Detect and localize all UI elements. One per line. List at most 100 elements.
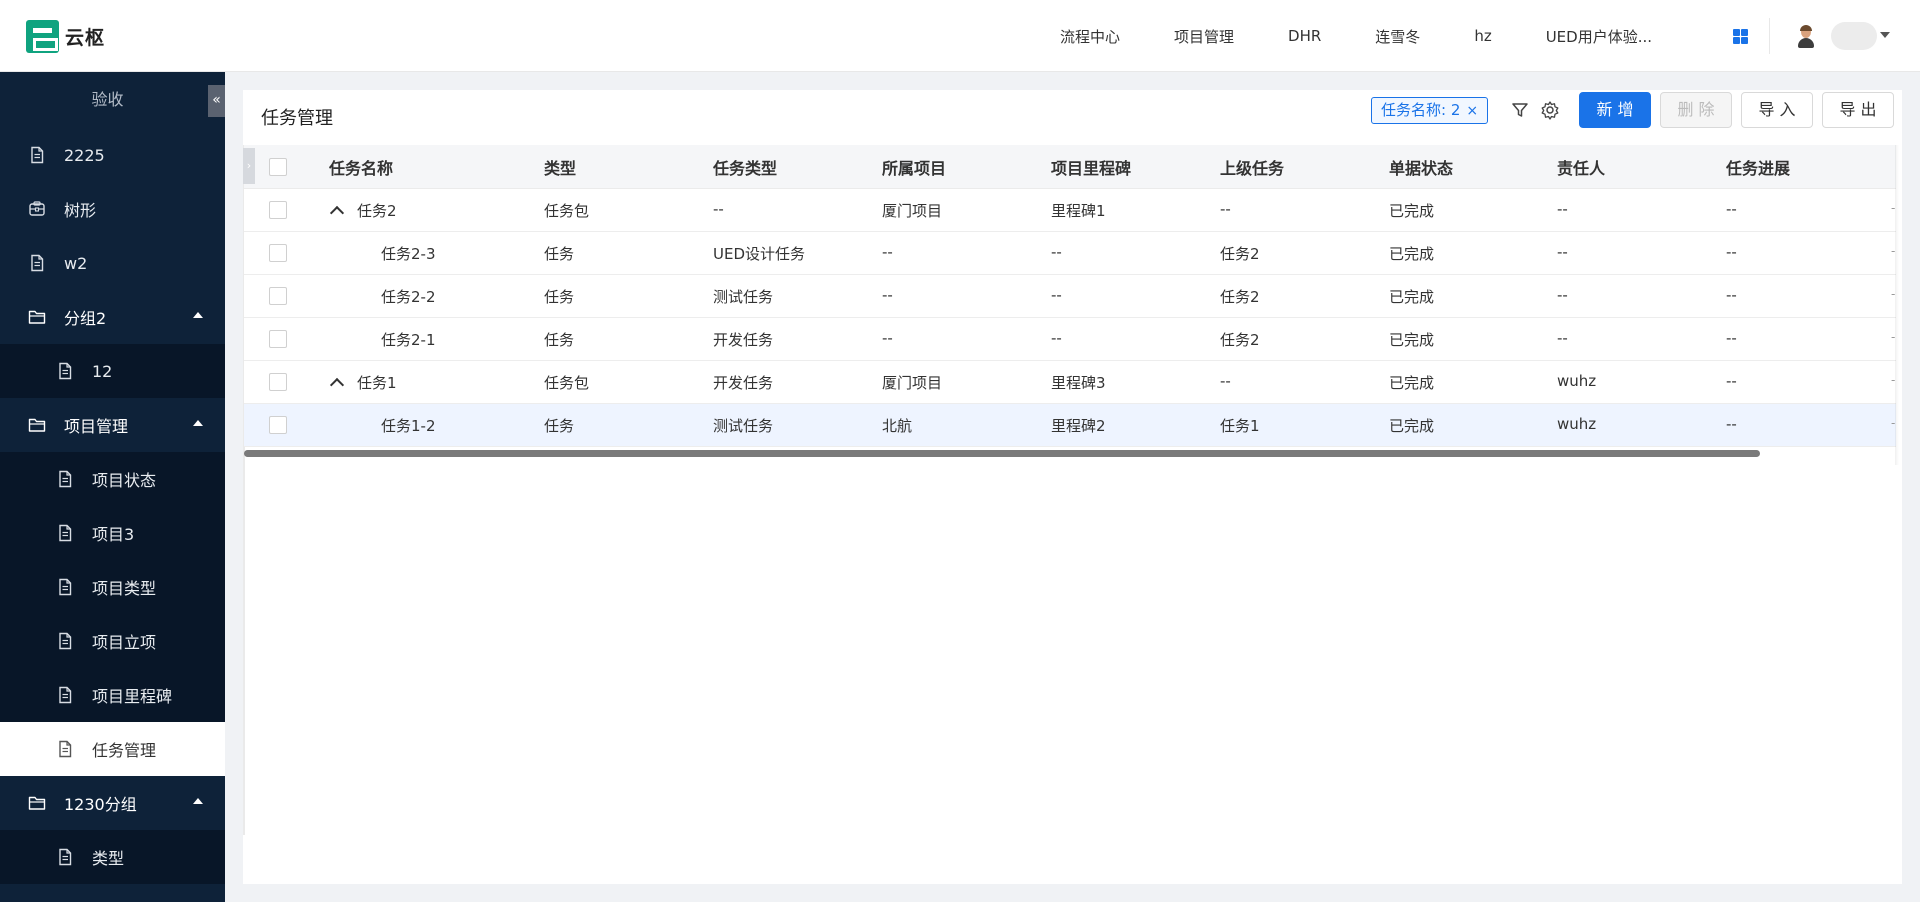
sidebar-item-label: 树形 — [64, 201, 97, 220]
cell-name: 任务1 — [357, 374, 397, 392]
cell-name: 任务1-2 — [381, 417, 436, 435]
cell-type: 任务包 — [544, 202, 590, 220]
export-button[interactable]: 导 出 — [1822, 92, 1894, 128]
chevron-up-icon[interactable] — [329, 205, 345, 221]
app-logo[interactable]: 云枢 — [26, 20, 105, 53]
cell-milestone: -- — [1051, 243, 1062, 261]
row-checkbox[interactable] — [269, 330, 287, 348]
sidebar-item-0[interactable]: 2225 — [0, 128, 225, 182]
column-header-status[interactable]: 单据状态 — [1389, 155, 1453, 179]
cell-status: 已完成 — [1389, 417, 1435, 435]
table-body: 任务2 任务包 -- 厦门项目 里程碑1 -- 已完成 -- -- - 任务2-3 任务 UED设计任务… — [244, 189, 1896, 447]
logo-icon — [26, 20, 59, 53]
cell-task-type: 测试任务 — [713, 288, 774, 306]
cell-task-type: 开发任务 — [713, 374, 774, 392]
cell-type: 任务 — [544, 331, 575, 349]
topnav-item-ued[interactable]: UED用户体验... — [1546, 26, 1652, 47]
column-header-progress[interactable]: 任务进展 — [1726, 155, 1790, 179]
sidebar-item-9[interactable]: 项目立项 — [0, 614, 225, 668]
topnav-item-dhr[interactable]: DHR — [1288, 27, 1321, 45]
document-icon — [56, 578, 74, 596]
sidebar-item-label: 分组2 — [64, 309, 107, 328]
sidebar-item-8[interactable]: 项目类型 — [0, 560, 225, 614]
horizontal-scrollbar[interactable] — [244, 450, 1760, 457]
cell-name: 任务2-1 — [381, 331, 436, 349]
settings-gear-icon[interactable] — [1540, 100, 1560, 120]
cell-progress: -- — [1726, 372, 1737, 390]
cell-status: 已完成 — [1389, 202, 1435, 220]
import-button[interactable]: 导 入 — [1741, 92, 1813, 128]
cell-type: 任务包 — [544, 374, 590, 392]
document-icon — [28, 254, 46, 272]
column-header-task-type[interactable]: 任务类型 — [713, 155, 777, 179]
column-header-project[interactable]: 所属项目 — [882, 155, 946, 179]
select-all-checkbox[interactable] — [269, 158, 287, 176]
sidebar-title: 验收 — [91, 90, 124, 109]
top-nav: 流程中心 项目管理 DHR 连雪冬 hz UED用户体验... — [1060, 0, 1706, 72]
row-checkbox[interactable] — [269, 287, 287, 305]
column-header-name[interactable]: 任务名称 — [329, 155, 393, 179]
filter-chip[interactable]: 任务名称: 2 × — [1371, 97, 1489, 124]
sidebar-item-2[interactable]: w2 — [0, 236, 225, 290]
sidebar-collapse-button[interactable]: « — [208, 85, 225, 117]
close-icon[interactable]: × — [1466, 103, 1478, 119]
chevron-up-icon[interactable] — [329, 377, 345, 393]
row-checkbox[interactable] — [269, 201, 287, 219]
cell-owner: wuhz — [1557, 372, 1597, 390]
sidebar-item-label: 项目立项 — [92, 633, 157, 652]
table-row[interactable]: 任务2 任务包 -- 厦门项目 里程碑1 -- 已完成 -- -- - — [244, 189, 1896, 232]
app-grid-icon[interactable] — [1733, 29, 1748, 44]
cell-progress: -- — [1726, 286, 1737, 304]
chevron-up-icon[interactable] — [193, 420, 203, 426]
sidebar-item-label: 12 — [92, 361, 113, 381]
row-checkbox[interactable] — [269, 373, 287, 391]
table-row[interactable]: 任务2-2 任务 测试任务 -- -- 任务2 已完成 -- -- - — [244, 275, 1896, 318]
cell-name: 任务2-3 — [381, 245, 436, 263]
sidebar-item-label: 项目管理 — [64, 417, 129, 436]
row-checkbox[interactable] — [269, 244, 287, 262]
table-row[interactable]: 任务2-1 任务 开发任务 -- -- 任务2 已完成 -- -- - — [244, 318, 1896, 361]
sidebar-item-7[interactable]: 项目3 — [0, 506, 225, 560]
sidebar-item-13[interactable]: 类型 — [0, 830, 225, 884]
column-header-type[interactable]: 类型 — [544, 155, 576, 179]
sidebar-item-11[interactable]: 任务管理 — [0, 722, 225, 776]
chevron-up-icon[interactable] — [193, 798, 203, 804]
sidebar: 验收 « 2225 树形 w2 分组2 12 项目管理项目状态 项目3 项目类型项目立项项目里… — [0, 72, 225, 902]
cell-status: 已完成 — [1389, 288, 1435, 306]
sidebar-group-5[interactable]: 项目管理 — [0, 398, 225, 452]
row-checkbox[interactable] — [269, 416, 287, 434]
sidebar-item-4[interactable]: 12 — [0, 344, 225, 398]
sidebar-group-3[interactable]: 分组2 — [0, 290, 225, 344]
table-row[interactable]: 任务1 任务包 开发任务 厦门项目 里程碑3 -- 已完成 wuhz -- - — [244, 361, 1896, 404]
add-button[interactable]: 新 增 — [1579, 92, 1651, 128]
sidebar-item-label: 项目类型 — [92, 579, 157, 598]
topnav-item-hz[interactable]: hz — [1474, 27, 1491, 45]
topnav-item-flow-center[interactable]: 流程中心 — [1060, 26, 1120, 47]
cell-project: -- — [882, 243, 893, 261]
sidebar-item-10[interactable]: 项目里程碑 — [0, 668, 225, 722]
sidebar-item-1[interactable]: 树形 — [0, 182, 225, 236]
topnav-item-user-1[interactable]: 连雪冬 — [1375, 26, 1420, 47]
column-header-parent-task[interactable]: 上级任务 — [1220, 155, 1284, 179]
column-header-owner[interactable]: 责任人 — [1557, 155, 1605, 179]
filter-chip-label: 任务名称: 2 — [1381, 101, 1461, 119]
folder-icon — [28, 308, 46, 326]
table-row[interactable]: 任务2-3 任务 UED设计任务 -- -- 任务2 已完成 -- -- - — [244, 232, 1896, 275]
main-panel: 任务管理 任务名称: 2 × 新 增 删 除 导 入 导 出 › 任务名称 类型 … — [243, 90, 1902, 884]
filter-icon[interactable] — [1510, 100, 1530, 120]
delete-button[interactable]: 删 除 — [1660, 92, 1732, 128]
topnav-item-project-management[interactable]: 项目管理 — [1174, 26, 1234, 47]
cell-owner: -- — [1557, 329, 1568, 347]
user-name-pill[interactable] — [1831, 22, 1877, 50]
cell-progress: -- — [1726, 329, 1737, 347]
sidebar-item-6[interactable]: 项目状态 — [0, 452, 225, 506]
cell-project: 厦门项目 — [882, 202, 943, 220]
avatar[interactable] — [1797, 25, 1815, 48]
table-row[interactable]: 任务1-2 任务 测试任务 北航 里程碑2 任务1 已完成 wuhz -- - — [244, 404, 1896, 447]
chevron-right-icon[interactable]: › — [243, 148, 255, 184]
column-header-milestone[interactable]: 项目里程碑 — [1051, 155, 1131, 179]
task-table: › 任务名称 类型 任务类型 所属项目 项目里程碑 上级任务 单据状态 责任人 … — [243, 145, 1896, 447]
chevron-down-icon[interactable] — [1880, 32, 1890, 38]
sidebar-group-12[interactable]: 1230分组 — [0, 776, 225, 830]
chevron-up-icon[interactable] — [193, 312, 203, 318]
